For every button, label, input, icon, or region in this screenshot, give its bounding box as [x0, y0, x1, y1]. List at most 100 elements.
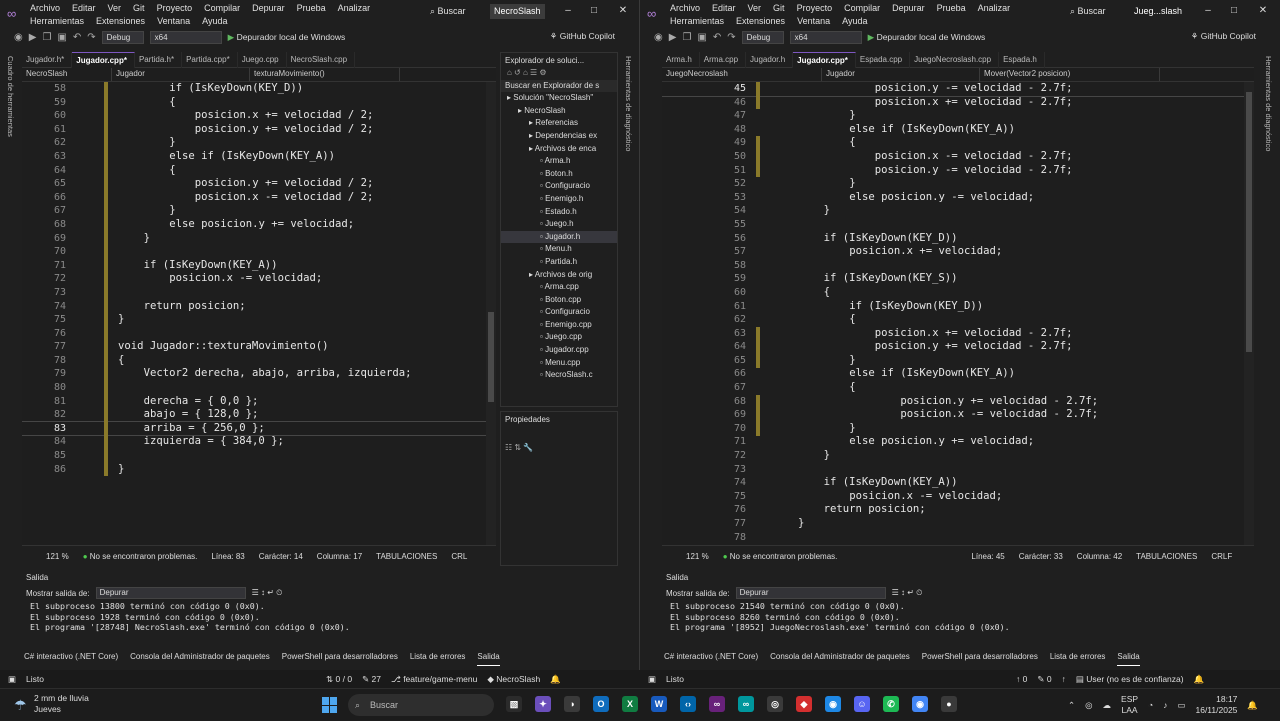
toolbox-strip[interactable]: Cuadro de herramientas [6, 52, 18, 660]
undo-icon[interactable]: ↶ [73, 32, 81, 43]
app-icon-2[interactable]: ◎ [767, 696, 783, 712]
weather-icon[interactable]: ☂ [14, 697, 27, 714]
whatsapp-icon[interactable]: ✆ [883, 696, 899, 712]
minimize-icon[interactable]: – [1200, 5, 1216, 16]
word-icon[interactable]: W [651, 696, 667, 712]
solution-tree-item[interactable]: ▫ Jugador.cpp [501, 344, 617, 357]
document-tab[interactable]: Jugador.h [746, 52, 794, 68]
notifications-icon[interactable]: 🔔 [1194, 674, 1205, 685]
code-editor[interactable]: Jugador.h* Jugador.cpp* Partida.h* Partida.… [22, 52, 496, 567]
output-tab[interactable]: PowerShell para desarrolladores [282, 652, 398, 666]
nav-dropdown[interactable]: NecroSlash [22, 68, 112, 81]
document-tab[interactable]: Jugador.cpp* [72, 52, 135, 68]
problems-status[interactable]: ● No se encontraron problemas. [83, 552, 198, 561]
menu-item[interactable]: Ayuda [202, 15, 227, 27]
menu-item[interactable]: Herramientas [30, 15, 84, 27]
add-repo-icon[interactable]: ↑ [1062, 674, 1066, 684]
redo-icon[interactable]: ↷ [87, 32, 95, 43]
platform-select[interactable]: x64 [789, 30, 862, 44]
code-editor[interactable]: Arma.h Arma.cpp Jugador.h Jugador.cpp* Espad… [662, 52, 1254, 567]
tabs-indicator[interactable]: TABULACIONES [1136, 552, 1197, 561]
document-tab[interactable]: JuegoNecroslash.cpp [910, 52, 1000, 68]
visual-studio-icon[interactable]: ∞ [709, 696, 725, 712]
solution-tree-item[interactable]: ▸ Dependencias ex [501, 130, 617, 143]
solution-tree-item[interactable]: ▸ Referencias [501, 117, 617, 130]
output-tab[interactable]: C# interactivo (.NET Core) [664, 652, 758, 666]
config-select[interactable]: Debug [101, 30, 144, 44]
nav-dropdown[interactable]: texturaMovimiento() [250, 68, 400, 81]
scrollbar-thumb[interactable] [1246, 92, 1252, 352]
solution-tree-item[interactable]: ▫ Boton.h [501, 168, 617, 181]
solution-tree-item[interactable]: ▸ Archivos de orig [501, 269, 617, 282]
menu-item[interactable]: Extensiones [736, 15, 785, 27]
tray-chevron-icon[interactable]: ⌃ [1068, 700, 1075, 711]
document-tab[interactable]: Arma.cpp [700, 52, 747, 68]
editor-scrollbar[interactable] [486, 82, 496, 545]
maximize-icon[interactable]: □ [586, 5, 602, 16]
copilot-button[interactable]: ⚘ GitHub Copilot [550, 31, 615, 42]
onedrive-icon[interactable]: ☁ [1103, 700, 1112, 711]
language-indicator[interactable]: ESP LAA [1121, 694, 1138, 716]
tray-app-icon[interactable]: ◎ [1085, 700, 1092, 711]
copilot-app-icon[interactable]: ✦ [535, 696, 551, 712]
run-button[interactable]: ▶ Depurador local de Windows [868, 32, 986, 43]
repo-indicator[interactable]: ◆ NecroSlash [487, 674, 540, 685]
close-icon[interactable]: ✕ [615, 5, 631, 16]
output-tab[interactable]: Lista de errores [1050, 652, 1106, 666]
solution-tree-item[interactable]: ▫ Menu.h [501, 243, 617, 256]
solution-tree-item[interactable]: ▫ Enemigo.h [501, 193, 617, 206]
menu-item[interactable]: Ver [748, 2, 762, 14]
platform-select[interactable]: x64 [149, 30, 222, 44]
nav-dropdown[interactable]: Jugador [112, 68, 250, 81]
back-icon[interactable]: ◉ [654, 32, 663, 43]
forward-icon[interactable]: ▶ [29, 32, 37, 43]
close-icon[interactable]: ✕ [1255, 5, 1271, 16]
menu-item[interactable]: Proyecto [797, 2, 833, 14]
solution-tree-item[interactable]: ▫ Estado.h [501, 206, 617, 219]
document-tab[interactable]: Jugador.cpp* [793, 52, 856, 68]
menu-item[interactable]: Herramientas [670, 15, 724, 27]
output-tools-icon[interactable]: ☰ ↕ ↵ ⏲ [892, 588, 923, 598]
save-icon[interactable]: ▣ [57, 32, 66, 43]
new-file-icon[interactable]: ❐ [682, 32, 691, 43]
document-tab[interactable]: Arma.h [662, 52, 700, 68]
maximize-icon[interactable]: □ [1226, 5, 1242, 16]
chrome-icon[interactable]: ◉ [825, 696, 841, 712]
solution-tree-item[interactable]: ▫ Configuracio [501, 306, 617, 319]
menu-item[interactable]: Depurar [892, 2, 925, 14]
solution-tree-item[interactable]: ▸ Archivos de enca [501, 143, 617, 156]
forward-icon[interactable]: ▶ [669, 32, 677, 43]
solution-tree-item[interactable]: ▫ Juego.h [501, 218, 617, 231]
output-tools-icon[interactable]: ☰ ↕ ↵ ⏲ [252, 588, 283, 598]
outlook-icon[interactable]: O [593, 696, 609, 712]
taskbar-search[interactable]: ⌕ Buscar [348, 694, 494, 716]
document-tab[interactable]: Juego.cpp [238, 52, 287, 68]
arduino-icon[interactable]: ∞ [738, 696, 754, 712]
document-tab[interactable]: Partida.h* [135, 52, 183, 68]
nav-dropdown[interactable]: Jugador [822, 68, 980, 81]
clock[interactable]: 18:17 16/11/2025 [1195, 694, 1237, 716]
new-file-icon[interactable]: ❐ [42, 32, 51, 43]
document-tab[interactable]: Jugador.h* [22, 52, 73, 68]
volume-icon[interactable]: ♪ [1163, 700, 1167, 710]
scrollbar-thumb[interactable] [488, 312, 494, 402]
branch-indicator[interactable]: ⎇ feature/game-menu [391, 674, 477, 685]
up-indicator[interactable]: ↑ 0 [1016, 674, 1027, 684]
solution-tree-item[interactable]: ▫ Enemigo.cpp [501, 319, 617, 332]
menu-item[interactable]: Ventana [797, 15, 830, 27]
notifications-icon[interactable]: 🔔 [550, 674, 561, 685]
line-indicator[interactable]: Línea: 83 [211, 552, 244, 561]
menu-item[interactable]: Compilar [844, 2, 880, 14]
nav-dropdown[interactable]: JuegoNecroslash [662, 68, 822, 81]
diagnostics-strip[interactable]: Herramientas de diagnóstico [1264, 52, 1276, 660]
solution-tree-item[interactable]: ▫ Jugador.h [501, 230, 617, 244]
menu-item[interactable]: Archivo [670, 2, 700, 14]
eol-indicator[interactable]: CRLF [1211, 552, 1232, 561]
solution-tree-item[interactable]: ▫ Juego.cpp [501, 331, 617, 344]
weather-widget[interactable]: 2 mm de lluvia Jueves [34, 693, 89, 715]
run-button[interactable]: ▶ Depurador local de Windows [228, 32, 346, 43]
chrome-icon-2[interactable]: ◉ [912, 696, 928, 712]
redo-icon[interactable]: ↷ [727, 32, 735, 43]
document-tab[interactable]: NecroSlash.cpp [287, 52, 356, 68]
battery-icon[interactable]: ▭ [1177, 700, 1185, 711]
